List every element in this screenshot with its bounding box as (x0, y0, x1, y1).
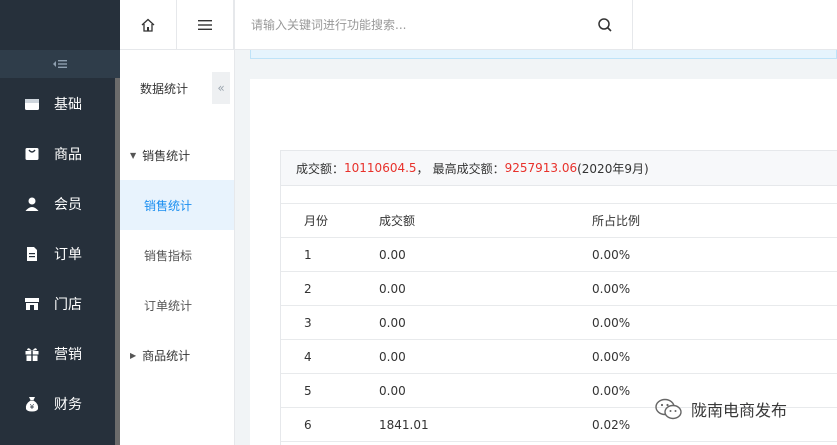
submenu-item-sales-stats[interactable]: 销售统计 (120, 180, 234, 230)
sidebar-item-label: 基础 (54, 97, 82, 113)
shop-icon (24, 296, 40, 312)
submenu-group-sales[interactable]: ▼ 销售统计 (130, 147, 190, 164)
submenu-group-label: 销售统计 (142, 149, 191, 163)
sidebar-item-label: 营销 (54, 347, 82, 363)
cell-ratio: 0.00% (592, 271, 837, 306)
sidebar-item-orders[interactable]: 订单 (0, 229, 120, 279)
column-header-amount: 成交额 (379, 203, 592, 238)
cell-ratio: 0.00% (592, 339, 837, 374)
cell-amount: 0.00 (379, 271, 592, 306)
submenu-item-sales-targets[interactable]: 销售指标 (120, 230, 234, 280)
caret-down-icon: ▼ (130, 151, 137, 160)
collapse-lines-icon[interactable] (0, 50, 120, 78)
svg-text:¥: ¥ (30, 403, 35, 411)
table-header-row: 月份 成交额 所占比例 (281, 203, 837, 238)
cell-amount: 0.00 (379, 237, 592, 272)
sidebar-item-finance[interactable]: ¥ 财务 (0, 379, 120, 429)
cell-amount: 1841.01 (379, 407, 592, 442)
cell-month: 4 (281, 339, 379, 374)
sidebar-item-label: 会员 (54, 197, 82, 213)
content-card: 成交额： 10110604.5 ， 最高成交额： 9257913.06 (202… (250, 79, 837, 445)
cell-amount: 0.00 (379, 339, 592, 374)
document-icon (24, 246, 40, 262)
logo-area (0, 0, 120, 50)
primary-sidebar: 基础 商品 会员 订单 门店 营销 ¥ 财务 (0, 0, 120, 445)
search-icon[interactable] (597, 17, 613, 33)
cell-month: 6 (281, 407, 379, 442)
search-box (235, 0, 633, 50)
sidebar-item-marketing[interactable]: 营销 (0, 329, 120, 379)
top-bar (235, 0, 837, 50)
info-banner (250, 50, 837, 59)
submenu-group-label: 商品统计 (142, 349, 191, 363)
sidebar-item-goods[interactable]: 商品 (0, 129, 120, 179)
sidebar-item-label: 财务 (54, 397, 82, 413)
store-icon (24, 96, 40, 112)
cell-amount: 0.00 (379, 305, 592, 340)
cell-month: 1 (281, 237, 379, 272)
submenu-group-goods[interactable]: ▶ 商品统计 (130, 347, 190, 364)
sidebar-item-members[interactable]: 会员 (0, 179, 120, 229)
user-icon (24, 196, 40, 212)
sidebar-item-label: 门店 (54, 297, 82, 313)
cell-month: 3 (281, 305, 379, 340)
money-bag-icon: ¥ (24, 396, 40, 412)
cell-month: 2 (281, 271, 379, 306)
cell-ratio: 0.00% (592, 237, 837, 272)
app-root: 基础 商品 会员 订单 门店 营销 ¥ 财务 数据统计 « ▼ 销售统计 销售统… (0, 0, 837, 445)
bag-icon (24, 146, 40, 162)
summary-separator: ， (416, 161, 429, 176)
max-period: (2020年9月) (577, 161, 649, 176)
table-row: 3 0.00 0.00% (281, 305, 837, 340)
chevron-double-left-icon[interactable]: « (212, 72, 230, 104)
column-header-ratio: 所占比例 (592, 203, 837, 238)
top-icon-bar (120, 0, 234, 50)
menu-icon[interactable] (177, 0, 234, 50)
total-value: 10110604.5 (344, 161, 417, 175)
sales-summary: 成交额： 10110604.5 ， 最高成交额： 9257913.06 (202… (281, 150, 837, 186)
watermark-text: 陇南电商发布 (691, 401, 788, 420)
submenu-item-label: 销售指标 (144, 248, 193, 263)
cell-month: 5 (281, 373, 379, 408)
column-header-month: 月份 (281, 203, 379, 238)
table-row: 4 0.00 0.00% (281, 339, 837, 374)
sidebar-item-basic[interactable]: 基础 (0, 79, 120, 129)
caret-right-icon: ▶ (130, 351, 137, 360)
max-label: 最高成交额： (432, 161, 505, 176)
total-label: 成交额： (296, 161, 345, 176)
submenu-item-label: 销售统计 (144, 198, 193, 213)
submenu-title: 数据统计 (140, 82, 189, 96)
submenu-item-label: 订单统计 (144, 298, 193, 313)
submenu-item-order-stats[interactable]: 订单统计 (120, 280, 234, 330)
max-value: 9257913.06 (504, 161, 578, 175)
table-row: 1 0.00 0.00% (281, 237, 837, 272)
wechat-icon (655, 398, 682, 420)
table-row: 2 0.00 0.00% (281, 271, 837, 306)
sidebar-item-stores[interactable]: 门店 (0, 279, 120, 329)
search-input[interactable] (251, 18, 591, 32)
home-icon[interactable] (120, 0, 177, 50)
sidebar-item-label: 订单 (54, 247, 82, 263)
cell-amount: 0.00 (379, 373, 592, 408)
secondary-menu: 数据统计 « ▼ 销售统计 销售统计 销售指标 订单统计 ▶ 商品统计 (120, 0, 235, 445)
watermark: 陇南电商发布 (655, 397, 787, 421)
cell-ratio: 0.00% (592, 305, 837, 340)
gift-icon (24, 346, 40, 362)
sidebar-item-label: 商品 (54, 147, 82, 163)
